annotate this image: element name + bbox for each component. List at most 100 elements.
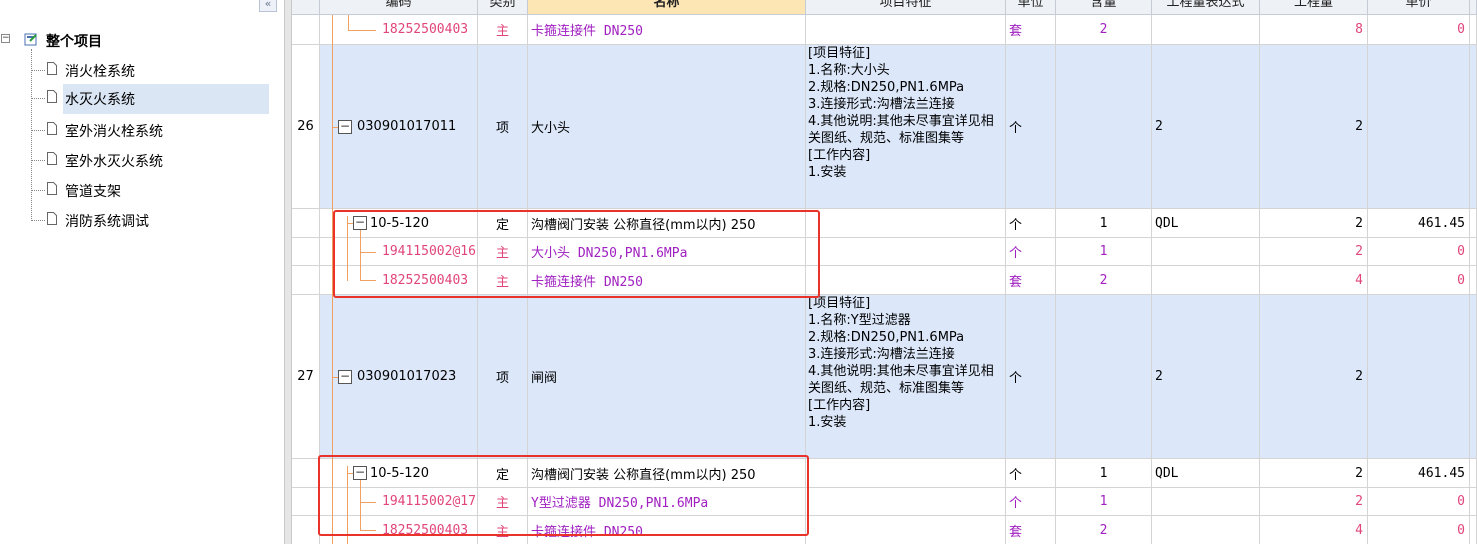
collapse-row-icon[interactable]: − — [353, 466, 367, 480]
row-quantity-expression[interactable] — [1152, 15, 1260, 45]
collapse-row-icon[interactable]: − — [338, 120, 352, 134]
row-name[interactable]: 沟槽阀门安装 公称直径(mm以内) 250 — [528, 459, 806, 488]
header-content-ratio[interactable]: 含量 — [1056, 0, 1152, 15]
tree-root[interactable]: − 整个项目 — [0, 30, 260, 50]
row-unit[interactable]: 个 — [1006, 238, 1056, 266]
tree-item-water-suppression[interactable]: 水灭火系统 — [31, 84, 269, 114]
row-category[interactable]: 主 — [478, 488, 528, 516]
row-unit[interactable]: 个 — [1006, 459, 1056, 488]
row-code[interactable]: 18252500403 — [320, 516, 478, 544]
row-name[interactable]: 沟槽阀门安装 公称直径(mm以内) 250 — [528, 209, 806, 238]
row-quantity-expression[interactable]: 2 — [1152, 295, 1260, 459]
row-unit[interactable]: 套 — [1006, 266, 1056, 295]
row-feature[interactable]: [项目特征] 1.名称:Y型过滤器 2.规格:DN250,PN1.6MPa 3.… — [806, 295, 1006, 459]
row-category[interactable]: 主 — [478, 15, 528, 45]
row-feature[interactable] — [806, 209, 1006, 238]
row-feature[interactable] — [806, 459, 1006, 488]
table-row[interactable]: 18252500403 主 卡箍连接件 DN250 套 2 4 0 — [292, 516, 1477, 544]
row-unit-price[interactable]: 0 — [1368, 15, 1470, 45]
header-unit[interactable]: 单位 — [1006, 0, 1056, 15]
row-quantity[interactable]: 2 — [1260, 45, 1368, 209]
header-quantity-expression[interactable]: 工程量表达式 — [1152, 0, 1260, 15]
row-quantity[interactable]: 2 — [1260, 459, 1368, 488]
row-code[interactable]: 194115002@16 — [320, 238, 478, 266]
row-feature[interactable] — [806, 15, 1006, 45]
row-code[interactable]: 10-5-120 — [320, 209, 478, 238]
row-quantity[interactable]: 2 — [1260, 488, 1368, 516]
row-content-ratio[interactable]: 1 — [1056, 209, 1152, 238]
row-category[interactable]: 主 — [478, 516, 528, 544]
row-category[interactable]: 主 — [478, 238, 528, 266]
row-unit[interactable]: 个 — [1006, 209, 1056, 238]
tree-item-outdoor-hydrant[interactable]: 室外消火栓系统 — [31, 116, 269, 146]
row-feature[interactable] — [806, 516, 1006, 544]
row-category[interactable]: 定 — [478, 209, 528, 238]
row-quantity[interactable]: 2 — [1260, 238, 1368, 266]
row-unit-price[interactable] — [1368, 45, 1470, 209]
row-name[interactable]: 大小头 — [528, 45, 806, 209]
row-unit-price[interactable] — [1368, 295, 1470, 459]
row-unit[interactable]: 个 — [1006, 295, 1056, 459]
row-category[interactable]: 项 — [478, 295, 528, 459]
row-category[interactable]: 主 — [478, 266, 528, 295]
row-quantity-expression[interactable]: QDL — [1152, 459, 1260, 488]
table-row[interactable]: 27 030901017023 项 闸阀 [项目特征] 1.名称:Y型过滤器 2… — [292, 295, 1477, 459]
tree-item-pipe-support[interactable]: 管道支架 — [31, 176, 269, 206]
tree-collapse-icon[interactable]: − — [1, 34, 10, 43]
collapse-row-icon[interactable]: − — [338, 370, 352, 384]
row-feature[interactable] — [806, 238, 1006, 266]
row-unit[interactable]: 个 — [1006, 45, 1056, 209]
table-row[interactable]: 194115002@17 主 Y型过滤器 DN250,PN1.6MPa 个 1 … — [292, 488, 1477, 516]
header-seq[interactable] — [292, 0, 320, 15]
row-code[interactable]: 18252500403 — [320, 15, 478, 45]
row-quantity-expression[interactable]: QDL — [1152, 209, 1260, 238]
row-quantity[interactable]: 2 — [1260, 209, 1368, 238]
row-content-ratio[interactable] — [1056, 45, 1152, 209]
row-name[interactable]: Y型过滤器 DN250,PN1.6MPa — [528, 488, 806, 516]
collapse-row-icon[interactable]: − — [353, 216, 367, 230]
row-quantity-expression[interactable] — [1152, 238, 1260, 266]
row-category[interactable]: 定 — [478, 459, 528, 488]
row-code[interactable]: 10-5-120 — [320, 459, 478, 488]
header-code[interactable]: 编码 — [320, 0, 478, 15]
row-name[interactable]: 卡箍连接件 DN250 — [528, 516, 806, 544]
row-unit-price[interactable]: 461.45 — [1368, 209, 1470, 238]
row-name[interactable]: 大小头 DN250,PN1.6MPa — [528, 238, 806, 266]
header-quantity[interactable]: 工程量 — [1260, 0, 1368, 15]
header-name[interactable]: 名称 — [528, 0, 806, 15]
row-content-ratio[interactable]: 1 — [1056, 238, 1152, 266]
panel-splitter[interactable] — [284, 0, 292, 544]
header-category[interactable]: 类别 — [478, 0, 528, 15]
row-unit-price[interactable]: 0 — [1368, 488, 1470, 516]
tree-item-hydrant-system[interactable]: 消火栓系统 — [31, 56, 269, 86]
row-unit-price[interactable]: 0 — [1368, 266, 1470, 295]
table-row[interactable]: 10-5-120 定 沟槽阀门安装 公称直径(mm以内) 250 个 1 QDL… — [292, 209, 1477, 238]
table-row[interactable]: 10-5-120 定 沟槽阀门安装 公称直径(mm以内) 250 个 1 QDL… — [292, 459, 1477, 488]
row-name[interactable]: 卡箍连接件 DN250 — [528, 15, 806, 45]
row-content-ratio[interactable]: 2 — [1056, 516, 1152, 544]
row-feature[interactable]: [项目特征] 1.名称:大小头 2.规格:DN250,PN1.6MPa 3.连接… — [806, 45, 1006, 209]
header-unit-price[interactable]: 单价 — [1368, 0, 1470, 15]
table-row[interactable]: 194115002@16 主 大小头 DN250,PN1.6MPa 个 1 2 … — [292, 238, 1477, 266]
row-unit-price[interactable]: 0 — [1368, 516, 1470, 544]
tree-item-system-debugging[interactable]: 消防系统调试 — [31, 206, 269, 236]
row-name[interactable]: 闸阀 — [528, 295, 806, 459]
row-content-ratio[interactable]: 2 — [1056, 266, 1152, 295]
row-feature[interactable] — [806, 488, 1006, 516]
row-quantity-expression[interactable] — [1152, 488, 1260, 516]
row-unit[interactable]: 个 — [1006, 488, 1056, 516]
row-content-ratio[interactable]: 2 — [1056, 15, 1152, 45]
row-unit[interactable]: 套 — [1006, 516, 1056, 544]
row-code[interactable]: 18252500403 — [320, 266, 478, 295]
header-feature[interactable]: 项目特征 — [806, 0, 1006, 15]
table-row[interactable]: 18252500403 主 卡箍连接件 DN250 套 2 8 0 — [292, 15, 1477, 45]
row-quantity[interactable]: 4 — [1260, 266, 1368, 295]
row-unit-price[interactable]: 0 — [1368, 238, 1470, 266]
collapse-panel-button[interactable]: « — [259, 0, 277, 12]
row-content-ratio[interactable]: 1 — [1056, 488, 1152, 516]
table-row[interactable]: 18252500403 主 卡箍连接件 DN250 套 2 4 0 — [292, 266, 1477, 295]
row-quantity[interactable]: 4 — [1260, 516, 1368, 544]
row-quantity-expression[interactable] — [1152, 266, 1260, 295]
row-quantity[interactable]: 2 — [1260, 295, 1368, 459]
row-unit-price[interactable]: 461.45 — [1368, 459, 1470, 488]
